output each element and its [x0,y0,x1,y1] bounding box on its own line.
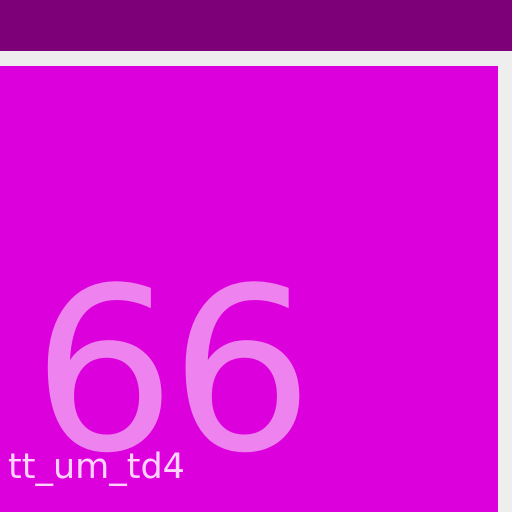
tile-label: tt_um_td4 [8,447,185,487]
project-tile[interactable]: 66 tt_um_td4 [0,66,498,512]
app-bar [0,0,512,51]
